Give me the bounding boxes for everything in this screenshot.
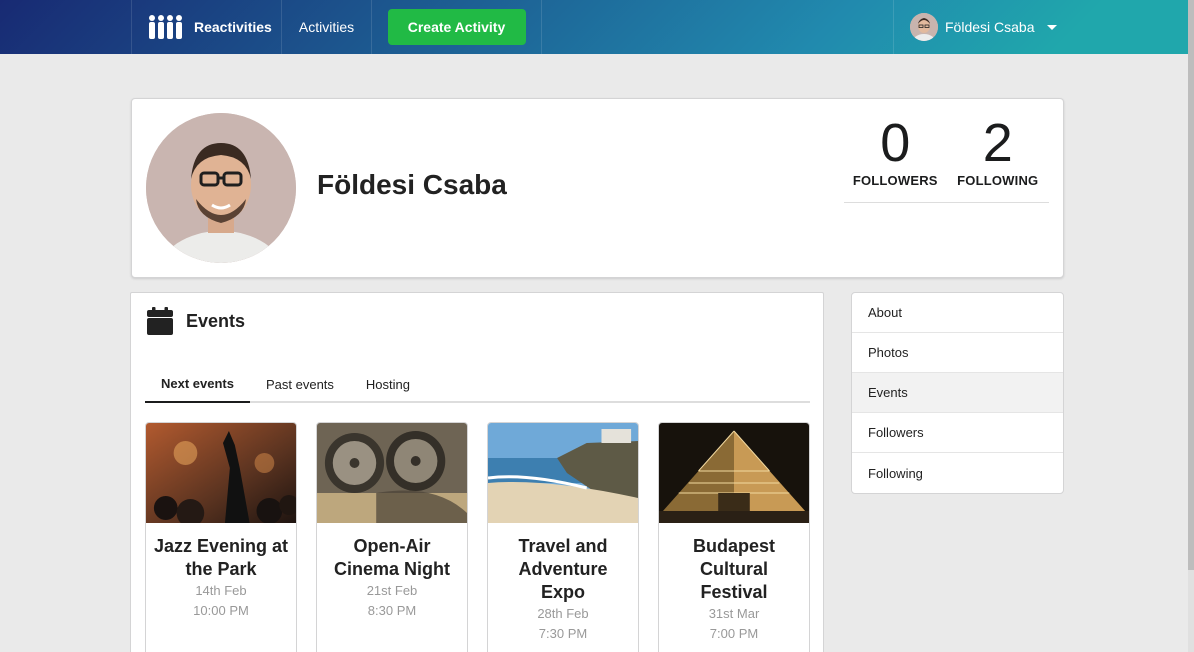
event-title: Open-Air Cinema Night: [333, 536, 450, 579]
user-name-label: Földesi Csaba: [945, 19, 1035, 35]
event-title: Jazz Evening at the Park: [153, 536, 289, 579]
event-date: 21st Feb: [366, 583, 418, 598]
menu-item-events[interactable]: Events: [852, 373, 1063, 413]
following-stat: 2 FOLLOWING: [947, 113, 1050, 202]
create-activity-button[interactable]: Create Activity: [387, 9, 526, 45]
event-image: [659, 423, 809, 523]
event-title: Travel and Adventure Expo: [518, 536, 608, 602]
events-title: Events: [186, 310, 246, 331]
event-date: 14th Feb: [195, 583, 247, 598]
profile-avatar: [146, 113, 296, 263]
event-time: 7:00 PM: [709, 626, 759, 641]
nav-activities-label: Activities: [298, 19, 355, 35]
followers-stat: 0 FOLLOWERS: [844, 113, 947, 202]
profile-name: Földesi Csaba: [317, 169, 507, 200]
profile-side-menu: About Photos Events Followers Following: [851, 292, 1064, 494]
event-time: 8:30 PM: [367, 603, 417, 618]
followers-label: FOLLOWERS: [852, 173, 938, 188]
menu-item-about[interactable]: About: [852, 293, 1063, 333]
caret-down-icon: [1046, 24, 1057, 30]
event-title: Budapest Cultural Festival: [692, 536, 775, 602]
user-avatar: [910, 13, 938, 41]
event-image: [488, 423, 638, 523]
event-date: 28th Feb: [537, 606, 589, 621]
event-date: 31st Mar: [708, 606, 760, 621]
calendar-icon: [147, 307, 173, 335]
profile-header-card: Földesi Csaba 0 FOLLOWERS 2 FOLLOWING: [131, 98, 1064, 278]
followers-count: 0: [880, 113, 911, 173]
event-card[interactable]: Jazz Evening at the Park 14th Feb 10:00 …: [145, 422, 297, 652]
nav-activities-link[interactable]: Activities: [282, 0, 372, 54]
people-group-icon: [149, 15, 182, 39]
page-scrollbar-thumb[interactable]: [1188, 0, 1194, 570]
following-label: FOLLOWING: [957, 173, 1039, 188]
event-time: 10:00 PM: [193, 603, 249, 618]
menu-item-photos[interactable]: Photos: [852, 333, 1063, 373]
tab-hosting[interactable]: Hosting: [350, 365, 426, 403]
event-time: 7:30 PM: [538, 626, 588, 641]
tab-next-events[interactable]: Next events: [145, 365, 250, 403]
brand-link[interactable]: Reactivities: [131, 0, 282, 54]
events-panel: Events Next events Past events Hosting J…: [130, 292, 824, 652]
menu-item-followers[interactable]: Followers: [852, 413, 1063, 453]
event-card[interactable]: Open-Air Cinema Night 21st Feb 8:30 PM: [316, 422, 468, 652]
nav-create-item: Create Activity: [372, 0, 542, 54]
event-image: [317, 423, 467, 523]
user-menu-dropdown[interactable]: Földesi Csaba: [893, 0, 1063, 54]
menu-item-following[interactable]: Following: [852, 453, 1063, 493]
top-navbar: Reactivities Activities Create Activity …: [0, 0, 1188, 54]
event-card[interactable]: Travel and Adventure Expo 28th Feb 7:30 …: [487, 422, 639, 652]
profile-stats: 0 FOLLOWERS 2 FOLLOWING: [844, 113, 1049, 203]
tab-past-events[interactable]: Past events: [250, 365, 350, 403]
events-header: Events: [147, 307, 245, 335]
event-image: [146, 423, 296, 523]
event-card[interactable]: Budapest Cultural Festival 31st Mar 7:00…: [658, 422, 810, 652]
events-tabs: Next events Past events Hosting: [145, 365, 810, 403]
brand-label: Reactivities: [194, 19, 272, 35]
following-count: 2: [982, 113, 1013, 173]
